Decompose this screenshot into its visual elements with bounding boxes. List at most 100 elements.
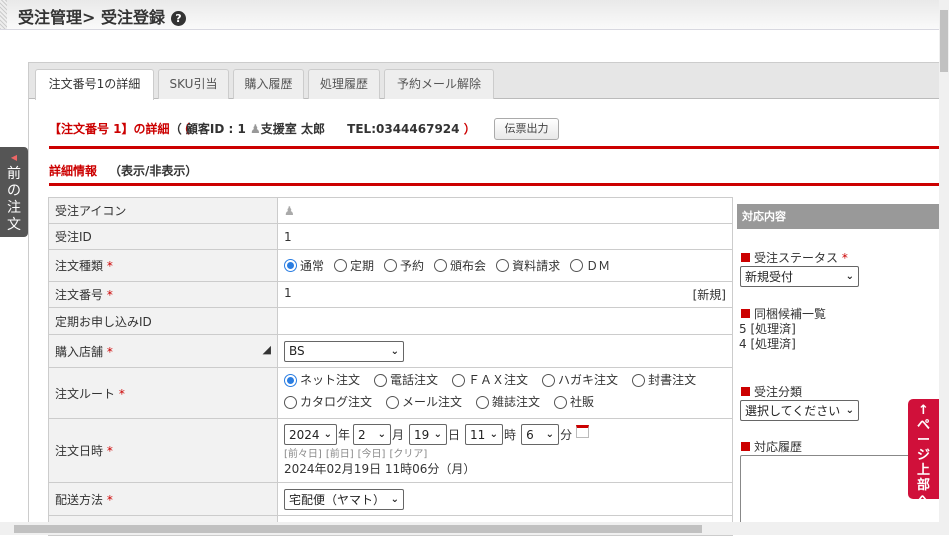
minute-select[interactable]: 6 ⌄	[521, 424, 560, 445]
order-type-radios: 通常 定期 予約 頒布会 資料請求 ＤＭ	[277, 249, 733, 282]
prev-order-char: の	[7, 183, 21, 199]
tab-purchase-history[interactable]: 購入履歴	[233, 69, 304, 99]
order-type-radio[interactable]: 予約	[384, 257, 424, 274]
vertical-scrollbar[interactable]	[939, 0, 949, 522]
radio-label: 頒布会	[450, 258, 487, 273]
status-label: 受注ステータス *	[741, 249, 848, 266]
radio-label: ハガキ注文	[558, 373, 619, 387]
page-top-button[interactable]: ↑ ページ上部へ	[908, 399, 939, 508]
order-panel: 注文番号1の詳細 SKU引当 購入履歴 処理履歴 予約メール解除 【注文番号 1…	[28, 62, 941, 536]
customer-tel: TEL:0344467924	[347, 122, 460, 136]
category-label: 受注分類	[741, 383, 802, 400]
radio-icon	[476, 396, 490, 409]
tab-reservation-mail[interactable]: 予約メール解除	[384, 69, 494, 99]
divider	[49, 146, 940, 149]
quick-date-links: [前々日] [前日] [今日] [クリア]	[284, 445, 726, 460]
bundle-item[interactable]: 4 [処理済]	[739, 335, 796, 352]
help-icon[interactable]: ?	[170, 11, 186, 26]
radio-label: ＤＭ	[586, 258, 611, 273]
radio-icon	[284, 374, 297, 387]
order-type-radio[interactable]: 定期	[334, 257, 374, 274]
user-icon: ♟	[250, 122, 261, 136]
radio-label: 社販	[570, 395, 595, 409]
order-route-radio[interactable]: ネット注文	[284, 371, 360, 390]
radio-label: 資料請求	[512, 258, 561, 273]
order-route-radio[interactable]: 封書注文	[632, 371, 696, 390]
quick-date-link[interactable]: [前日]	[326, 449, 354, 460]
tab-order-detail[interactable]: 注文番号1の詳細	[35, 69, 154, 100]
order-type-radio[interactable]: ＤＭ	[570, 257, 610, 274]
page-top-char: 部	[916, 478, 930, 493]
radio-icon	[632, 374, 646, 387]
label-id: 受注ID	[48, 223, 278, 250]
radio-label: ＦＡＸ注文	[468, 373, 529, 387]
radio-label: カタログ注文	[300, 395, 373, 409]
tab-process-history[interactable]: 処理履歴	[308, 69, 380, 99]
page-top-char: ペ	[916, 418, 930, 433]
radio-icon	[452, 374, 466, 387]
page-top-char: ↑	[918, 403, 929, 418]
megaphone-icon: ◢	[262, 342, 271, 356]
page-header: 受注管理> 受注登録?	[0, 0, 939, 30]
order-form: 受注アイコン ♟ 受注ID 1 注文種類 * 通常 定期 予約 頒布会 資料請求 ＤＭ 注文番号…	[48, 197, 733, 536]
page-top-char: へ	[916, 493, 930, 508]
radio-icon	[284, 396, 297, 409]
order-info: 【注文番号 1】の詳細 （（ 顧客ID : 1 ♟支援室 太郎 TEL:0344…	[49, 122, 476, 136]
order-route-radio[interactable]: カタログ注文	[284, 393, 372, 412]
section-header: 詳細情報 （表示/非表示）	[49, 162, 197, 179]
tab-sku[interactable]: SKU引当	[158, 69, 229, 99]
page-top-char: ジ	[916, 448, 930, 463]
status-select[interactable]: 新規受付 ⌄	[740, 266, 859, 287]
order-route-radios: ネット注文 電話注文 ＦＡＸ注文 ハガキ注文 封書注文カタログ注文 メール注文 雑誌注文 社販	[277, 367, 733, 419]
slip-output-button[interactable]: 伝票出力	[494, 118, 559, 140]
customer-name: 支援室 太郎	[260, 122, 325, 136]
category-select[interactable]: 選択してください ⌄	[740, 400, 859, 421]
order-type-radio[interactable]: 資料請求	[496, 257, 560, 274]
day-select[interactable]: 19 ⌄	[409, 424, 448, 445]
page-top-char: ー	[916, 433, 930, 448]
radio-icon	[384, 258, 398, 272]
radio-label: 電話注文	[390, 373, 439, 387]
subscription-id	[277, 307, 733, 335]
quick-date-link[interactable]: [前々日]	[284, 449, 322, 460]
order-type-radio[interactable]: 頒布会	[434, 257, 486, 274]
order-route-radio[interactable]: ＦＡＸ注文	[452, 371, 528, 390]
radio-icon	[374, 374, 388, 387]
radio-icon	[496, 258, 510, 272]
toggle-link[interactable]: （表示/非表示）	[109, 164, 197, 178]
hour-select[interactable]: 11 ⌄	[465, 424, 504, 445]
previous-order-button[interactable]: ◀ 前の注文	[0, 147, 28, 237]
month-select[interactable]: 2 ⌄	[353, 424, 392, 445]
delivery-select[interactable]: 宅配便（ヤマト） ⌄	[284, 488, 404, 510]
label-date: 注文日時 *	[48, 418, 278, 483]
header-grip	[0, 0, 7, 29]
history-label: 対応履歴	[741, 438, 802, 455]
divider	[49, 183, 940, 186]
date-text: 2024年02月19日 11時06分（月）	[284, 462, 476, 476]
order-type-radio[interactable]: 通常	[284, 257, 324, 274]
label-icon: 受注アイコン	[48, 197, 278, 224]
radio-icon	[334, 258, 348, 272]
radio-label: メール注文	[402, 395, 463, 409]
calendar-icon[interactable]	[576, 425, 590, 438]
quick-date-link[interactable]: [今日]	[358, 449, 386, 460]
order-route-radio[interactable]: ハガキ注文	[542, 371, 618, 390]
order-route-radio[interactable]: 社販	[554, 393, 594, 412]
shop-select[interactable]: BS ⌄	[284, 340, 404, 362]
radio-label: 通常	[300, 258, 325, 273]
horizontal-scrollbar[interactable]	[0, 522, 949, 535]
label-subscription: 定期お申し込みID	[48, 307, 278, 335]
response-header: 対応内容	[737, 204, 941, 229]
label-shop: 購入店舗 * ◢	[48, 334, 278, 368]
year-select[interactable]: 2024 ⌄	[284, 424, 337, 445]
quick-date-link[interactable]: [クリア]	[389, 449, 427, 460]
prev-order-char: 文	[7, 217, 21, 233]
order-route-radio[interactable]: メール注文	[386, 393, 462, 412]
order-route-radio[interactable]: 雑誌注文	[476, 393, 540, 412]
label-delivery: 配送方法 *	[48, 482, 278, 516]
prev-order-char: 注	[7, 200, 21, 216]
order-route-radio[interactable]: 電話注文	[374, 371, 438, 390]
label-type: 注文種類 *	[48, 249, 278, 282]
radio-icon	[284, 258, 297, 272]
radio-label: 定期	[350, 258, 375, 273]
